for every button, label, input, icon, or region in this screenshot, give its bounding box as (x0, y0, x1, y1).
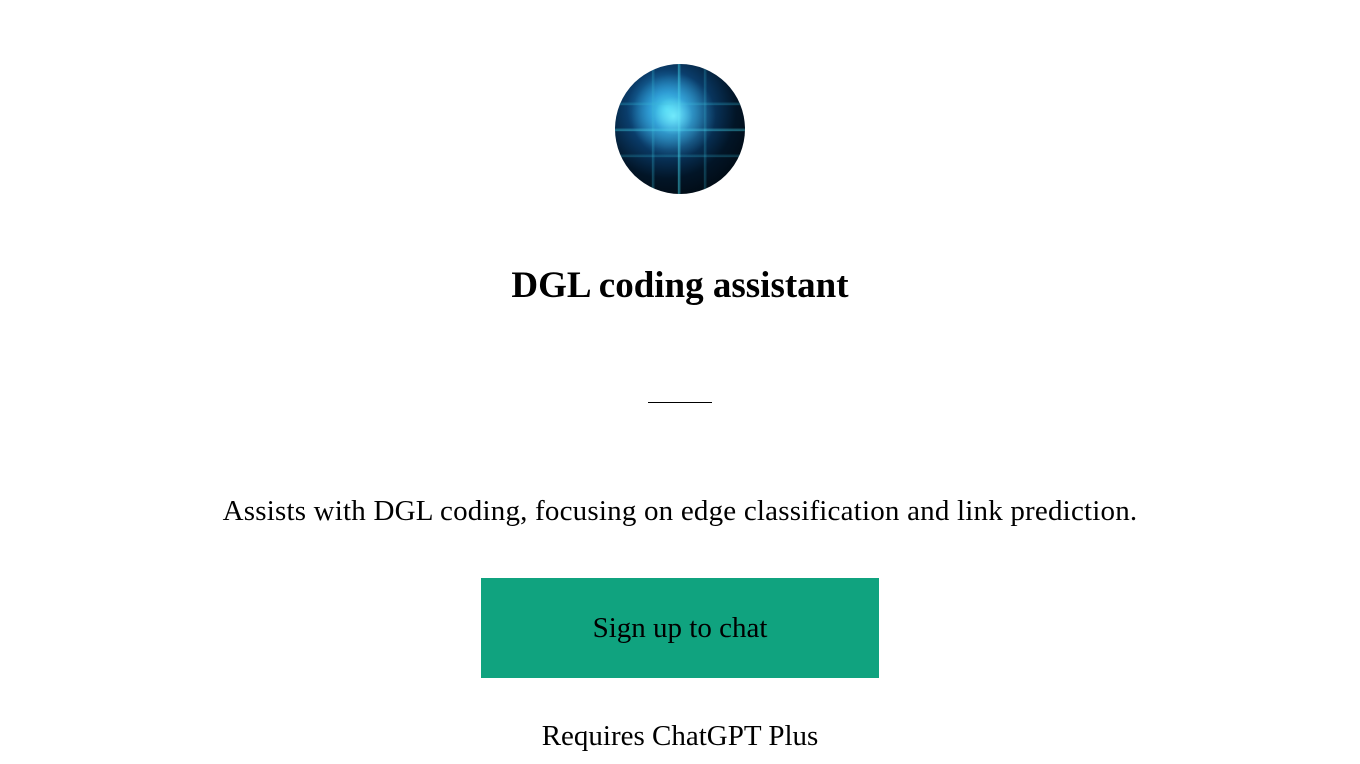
page-title: DGL coding assistant (511, 264, 848, 307)
divider (648, 402, 712, 403)
signup-button[interactable]: Sign up to chat (481, 578, 879, 678)
assistant-description: Assists with DGL coding, focusing on edg… (223, 495, 1138, 528)
assistant-avatar (615, 64, 745, 194)
requires-text: Requires ChatGPT Plus (542, 720, 819, 753)
